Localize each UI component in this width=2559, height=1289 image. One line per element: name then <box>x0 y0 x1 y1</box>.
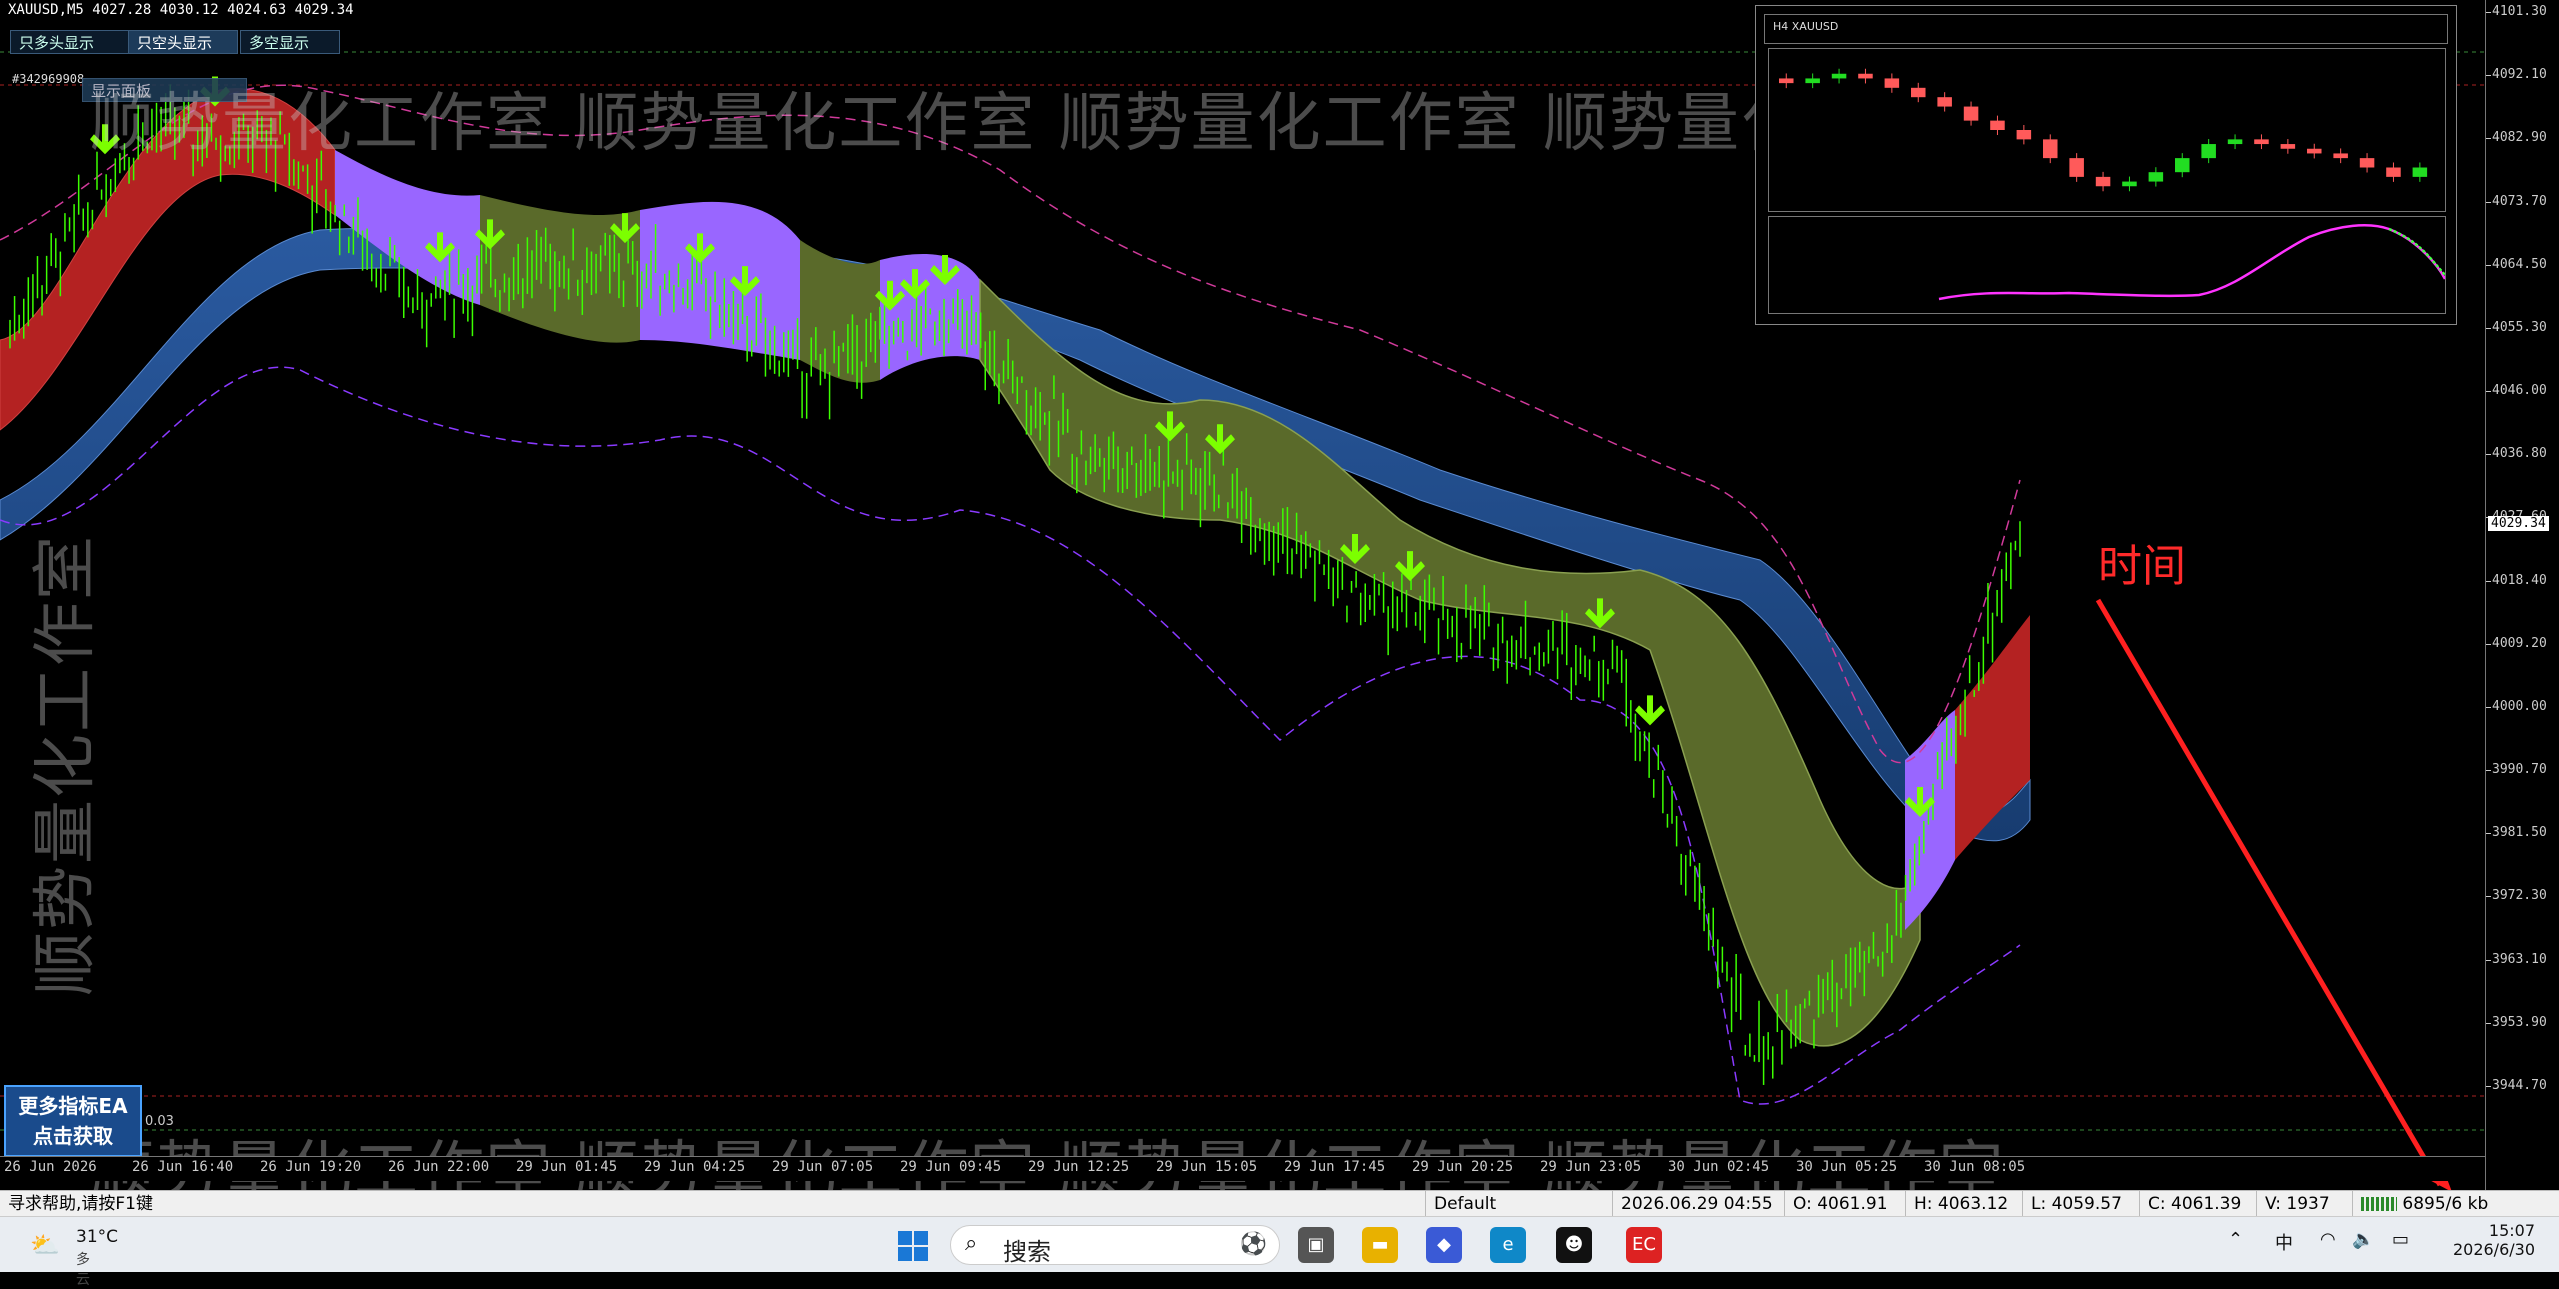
time-tick: 26 Jun 19:20 <box>260 1159 362 1175</box>
mini-oscillator <box>1768 216 2447 314</box>
task-view-icon[interactable]: ▣ <box>1298 1227 1334 1263</box>
main-chart[interactable]: XAUUSD,M5 4027.28 4030.12 4024.63 4029.3… <box>0 0 2485 1190</box>
price-tick: 4055.30 <box>2486 319 2547 335</box>
ribbon-purple-4 <box>1905 710 1955 930</box>
status-datetime: 2026.06.29 04:55 <box>1612 1191 1791 1217</box>
time-tick: 30 Jun 05:25 <box>1796 1159 1898 1175</box>
sell-arrow-icon <box>1635 695 1665 726</box>
wifi-icon[interactable]: ◠ <box>2320 1229 2336 1250</box>
status-volume: V: 1937 <box>2256 1191 2355 1217</box>
h4-mini-chart-window[interactable]: H4 XAUUSD <box>1755 5 2457 325</box>
price-tick: 3990.70 <box>2486 762 2547 778</box>
edge-icon[interactable]: e <box>1490 1227 1526 1263</box>
status-traffic: 6895/6 kb <box>2352 1191 2541 1217</box>
mt4-app-icon[interactable]: EC <box>1626 1227 1662 1263</box>
search-placeholder: 搜索 <box>1003 1238 1051 1266</box>
price-tick: 4064.50 <box>2486 256 2547 272</box>
osc-line-green <box>2388 227 2446 276</box>
status-low: L: 4059.57 <box>2022 1191 2146 1217</box>
cloud-sun-icon: ⛅ <box>30 1231 60 1259</box>
osc-line <box>1938 224 2447 301</box>
copilot-icon[interactable]: ◆ <box>1426 1227 1462 1263</box>
start-icon[interactable] <box>896 1229 930 1263</box>
price-tick: 4082.90 <box>2486 130 2547 146</box>
status-open: O: 4061.91 <box>1784 1191 1908 1217</box>
price-axis[interactable]: 4101.30 4092.10 4082.90 4073.70 4064.50 4055.… <box>2485 0 2559 1190</box>
browser-game-icon: ⚽ <box>1239 1232 1267 1257</box>
price-tick: 3972.30 <box>2486 888 2547 904</box>
time-tick: 26 Jun 22:00 <box>388 1159 490 1175</box>
time-tick: 29 Jun 04:25 <box>644 1159 746 1175</box>
price-tick: 4018.40 <box>2486 572 2547 588</box>
both-direction-button[interactable]: 多空显示 <box>240 30 340 54</box>
time-tick: 26 Jun 16:40 <box>132 1159 234 1175</box>
promo-line2: 点击获取 <box>33 1124 113 1148</box>
price-tick: 4036.80 <box>2486 446 2547 462</box>
system-clock[interactable]: 15:07 2026/6/30 <box>2445 1221 2535 1259</box>
lot-value: 0.03 <box>145 1114 174 1129</box>
status-help: 寻求帮助,请按F1键 <box>8 1194 153 1214</box>
chart-title: XAUUSD,M5 4027.28 4030.12 4024.63 4029.3… <box>8 2 354 18</box>
chevron-up-icon[interactable]: ⌃ <box>2228 1229 2243 1250</box>
clock-date: 2026/6/30 <box>2452 1240 2535 1259</box>
time-axis[interactable]: 26 Jun 2026 26 Jun 16:40 26 Jun 19:20 26 Ju… <box>0 1156 2485 1181</box>
time-tick: 29 Jun 09:45 <box>900 1159 1002 1175</box>
time-tick: 29 Jun 12:25 <box>1028 1159 1130 1175</box>
price-tick: 3981.50 <box>2486 825 2547 841</box>
file-explorer-icon[interactable]: ▬ <box>1362 1227 1398 1263</box>
ribbon-olive-3 <box>979 278 1921 1047</box>
weather-temp: 31°C <box>76 1227 119 1247</box>
battery-icon[interactable]: ▭ <box>2392 1229 2409 1250</box>
time-tick: 29 Jun 23:05 <box>1540 1159 1642 1175</box>
order-id-label: #342969908 <box>12 72 85 86</box>
windows-taskbar: ⛅ 31°C 多云 ⌕ 搜索 ⚽ ▣ ▬ ◆ e ☻ EC ⌃ 中 ◠ 🔈 ▭ … <box>0 1216 2559 1288</box>
show-panel-button[interactable]: 显示面板 <box>82 78 247 102</box>
taskbar-search[interactable]: ⌕ 搜索 ⚽ <box>950 1225 1280 1266</box>
status-bar: 寻求帮助,请按F1键 Default 2026.06.29 04:55 O: 4… <box>0 1190 2559 1217</box>
time-tick: 29 Jun 15:05 <box>1156 1159 1258 1175</box>
price-tick: 4092.10 <box>2486 67 2547 83</box>
price-tick: 4009.20 <box>2486 635 2547 651</box>
time-tick: 30 Jun 08:05 <box>1924 1159 2026 1175</box>
search-icon: ⌕ <box>965 1231 978 1256</box>
current-price-label: 4029.34 <box>2488 516 2549 531</box>
mini-osc-svg <box>1938 224 2447 301</box>
price-tick: 4000.00 <box>2486 698 2547 714</box>
status-close: C: 4061.39 <box>2139 1191 2263 1217</box>
long-only-button[interactable]: 只多头显示 <box>10 30 130 54</box>
speaker-icon[interactable]: 🔈 <box>2352 1229 2374 1250</box>
price-tick: 3944.70 <box>2486 1078 2547 1093</box>
status-high: H: 4063.12 <box>1905 1191 2029 1217</box>
price-tick: 4101.30 <box>2486 4 2547 19</box>
short-only-button[interactable]: 只空头显示 <box>128 30 238 54</box>
weather-desc: 多云 <box>76 1252 90 1288</box>
promo-line1: 更多指标EA <box>18 1094 128 1118</box>
connection-bars-icon <box>2361 1197 2397 1211</box>
time-tick: 30 Jun 02:45 <box>1668 1159 1770 1175</box>
status-profile: Default <box>1425 1191 1599 1217</box>
price-tick: 4073.70 <box>2486 193 2547 209</box>
time-tick: 29 Jun 17:45 <box>1284 1159 1386 1175</box>
mini-candle-chart <box>1768 48 2446 212</box>
time-tick: 29 Jun 07:05 <box>772 1159 874 1175</box>
price-tick: 3963.10 <box>2486 951 2547 967</box>
time-tick: 29 Jun 20:25 <box>1412 1159 1514 1175</box>
qq-icon[interactable]: ☻ <box>1556 1227 1592 1263</box>
price-tick: 3953.90 <box>2486 1014 2547 1030</box>
mini-chart-title: H4 XAUUSD <box>1764 14 2448 44</box>
mini-candles-svg <box>1779 68 2428 192</box>
time-annotation: 时间 <box>2098 541 2186 592</box>
ribbon-purple-3 <box>880 254 980 380</box>
sell-arrow-icon <box>90 124 120 155</box>
annotation-arrow-line <box>2095 598 2443 1187</box>
ime-indicator[interactable]: 中 <box>2275 1229 2293 1255</box>
promo-button[interactable]: 更多指标EA 点击获取 <box>4 1085 142 1157</box>
price-tick: 4046.00 <box>2486 383 2547 399</box>
traffic-label: 6895/6 kb <box>2402 1194 2489 1214</box>
time-tick: 26 Jun 2026 <box>4 1159 97 1175</box>
time-tick: 29 Jun 01:45 <box>516 1159 618 1175</box>
clock-time: 15:07 <box>2488 1221 2535 1240</box>
